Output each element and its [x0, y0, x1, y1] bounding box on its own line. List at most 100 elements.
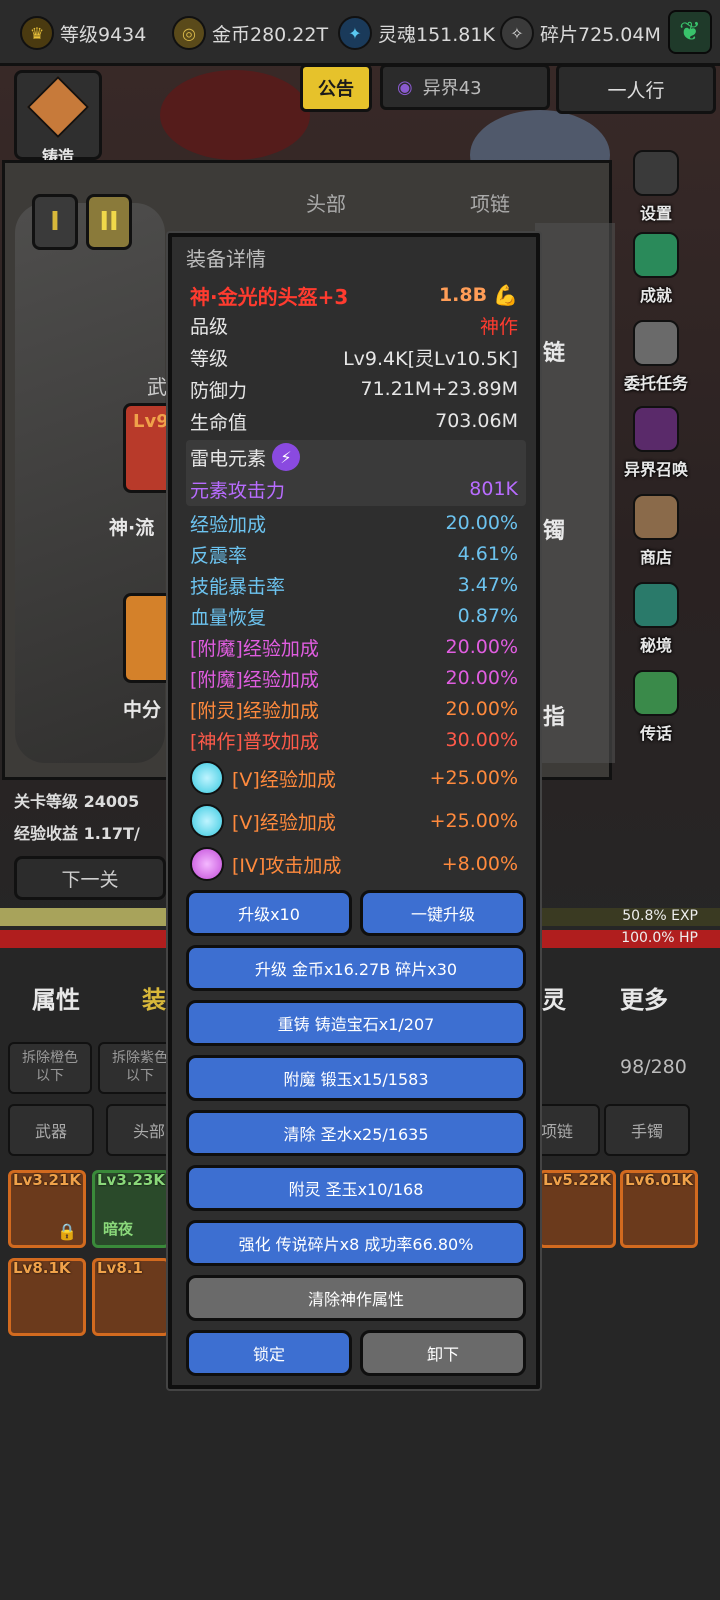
slot-level: Lv3.21K — [13, 1171, 81, 1189]
leaf-icon[interactable]: ❦ — [668, 10, 712, 54]
enchant-label: [附魔]经验加成 — [190, 668, 319, 691]
weapon-level-peek: Lv9 — [133, 411, 169, 432]
portal-icon — [633, 406, 679, 452]
bonus-value: 20.00% — [445, 512, 518, 534]
notice-button[interactable]: 公告 — [300, 64, 372, 112]
next-stage-button[interactable]: 下一关 — [14, 856, 166, 900]
gem-label: [V]经验加成 — [232, 811, 336, 834]
stat-value: Lv9.4K[灵Lv10.5K] — [343, 347, 518, 370]
soul-text: 灵魂151.81K — [378, 23, 495, 46]
bonus-label: 经验加成 — [190, 513, 267, 536]
stat-label: 生命值 — [190, 411, 248, 434]
item-name: 神·金光的头盔+3 — [190, 284, 349, 309]
set-tab-2[interactable]: II — [86, 194, 132, 250]
enemy-silhouette — [160, 70, 310, 160]
tab-equipment[interactable]: 装 — [142, 980, 166, 1015]
tab-necklace[interactable]: 项链 — [470, 188, 510, 217]
gem-value: +25.00% — [429, 810, 518, 832]
amethyst-gem-icon — [190, 847, 224, 881]
unequip-button[interactable]: 卸下 — [360, 1330, 526, 1376]
side-settings[interactable]: 设置 — [616, 150, 696, 224]
one-click-upgrade-button[interactable]: 一键升级 — [360, 890, 526, 936]
bonus-row: 经验加成 20.00% — [190, 509, 518, 537]
clear-button[interactable]: 清除 圣水x25/1635 — [186, 1110, 526, 1156]
diamond-gem-icon — [190, 761, 224, 795]
resource-bar: ♛ 等级9434 ◎ 金币280.22T ✦ 灵魂151.81K ✧ 碎片725… — [0, 0, 720, 66]
clear-divine-button[interactable]: 清除神作属性 — [186, 1275, 526, 1321]
stat-row-defense: 防御力 71.21M+23.89M — [190, 375, 518, 403]
fragment-counter: ✧ 碎片725.04M — [500, 14, 661, 52]
fragment-text: 碎片725.04M — [540, 23, 661, 46]
inventory-slot[interactable]: Lv5.22K — [538, 1170, 616, 1248]
bonus-row: 血量恢复 0.87% — [190, 602, 518, 630]
coin-icon: ◎ — [172, 16, 206, 50]
side-summon-label: 异界召唤 — [623, 460, 688, 479]
dialog-title: 装备详情 — [186, 247, 266, 271]
armor-art — [535, 223, 615, 763]
bonus-value: 4.61% — [457, 543, 518, 565]
crown-icon: ♛ — [20, 16, 54, 50]
inventory-slot[interactable]: Lv3.23K 暗夜 — [92, 1170, 170, 1248]
inventory-slot[interactable]: Lv8.1 — [92, 1258, 170, 1336]
player-level: ♛ 等级9434 — [20, 14, 146, 52]
dismantle-orange-line2: 以下 — [36, 1067, 64, 1084]
dismantle-orange-line1: 拆除橙色 — [22, 1050, 78, 1066]
side-achievements[interactable]: 成就 — [616, 232, 696, 306]
spirit-label: [附灵]经验加成 — [190, 699, 319, 722]
tab-spirit[interactable]: 灵 — [542, 980, 566, 1015]
bonus-label: 技能暴击率 — [190, 575, 286, 598]
forge-button[interactable]: 铸造 — [14, 70, 102, 163]
megaphone-icon — [633, 670, 679, 716]
stat-value: 703.06M — [435, 410, 518, 432]
element-name: 雷电元素 — [190, 447, 267, 470]
category-weapon[interactable]: 武器 — [8, 1104, 94, 1156]
tab-more[interactable]: 更多 — [620, 980, 668, 1015]
side-messages-label: 传话 — [639, 724, 672, 743]
reforge-button[interactable]: 重铸 铸造宝石x1/207 — [186, 1000, 526, 1046]
bonus-value: 0.87% — [457, 605, 518, 627]
upgrade-button[interactable]: 升级 金币x16.27B 碎片x30 — [186, 945, 526, 991]
side-shop[interactable]: 商店 — [616, 494, 696, 568]
slot-level: Lv8.1 — [97, 1259, 143, 1277]
inventory-slot[interactable]: Lv6.01K — [620, 1170, 698, 1248]
side-quests[interactable]: 委托任务 — [616, 320, 696, 394]
gem-row: [V]经验加成 +25.00% — [190, 758, 518, 798]
enchant-label: [附魔]经验加成 — [190, 637, 319, 660]
solo-mode-button[interactable]: 一人行 — [556, 64, 716, 114]
side-secret-realm[interactable]: 秘境 — [616, 582, 696, 656]
lock-icon: 🔒 — [57, 1222, 77, 1241]
divine-row: [神作]普攻加成 30.00% — [190, 726, 518, 754]
inventory-slot[interactable]: Lv8.1K — [8, 1258, 86, 1336]
dismantle-orange-button[interactable]: 拆除橙色 以下 — [8, 1042, 92, 1094]
side-summon[interactable]: 异界召唤 — [616, 406, 696, 480]
tab-attributes[interactable]: 属性 — [32, 980, 80, 1015]
slot-level: Lv8.1K — [13, 1259, 71, 1277]
gold-counter: ◎ 金币280.22T — [172, 14, 328, 52]
gem-row: [V]经验加成 +25.00% — [190, 801, 518, 841]
tab-head[interactable]: 头部 — [306, 188, 346, 217]
diamond-gem-icon — [190, 804, 224, 838]
spirit-attach-button[interactable]: 附灵 圣玉x10/168 — [186, 1165, 526, 1211]
stat-value: 神作 — [479, 315, 518, 338]
side-messages[interactable]: 传话 — [616, 670, 696, 744]
item-header: 神·金光的头盔+3 1.8B 💪 — [190, 281, 518, 309]
enchant-button[interactable]: 附魔 锻玉x15/1583 — [186, 1055, 526, 1101]
enchant-value: 20.00% — [445, 667, 518, 689]
stat-row-grade: 品级 神作 — [190, 311, 518, 339]
strengthen-button[interactable]: 强化 传说碎片x8 成功率66.80% — [186, 1220, 526, 1266]
portal-icon: ◉ — [397, 76, 413, 98]
stat-label: 等级 — [190, 347, 229, 370]
inventory-slot[interactable]: Lv3.21K 🔒 — [8, 1170, 86, 1248]
otherworld-label: 异界43 — [422, 78, 482, 99]
element-attack-row: 元素攻击力 801K — [190, 475, 518, 503]
exp-income: 经验收益 1.17T/ — [14, 824, 140, 843]
upgrade-x10-button[interactable]: 升级x10 — [186, 890, 352, 936]
lock-button[interactable]: 锁定 — [186, 1330, 352, 1376]
cross-emblem-icon — [26, 75, 90, 139]
gem-label: [V]经验加成 — [232, 768, 336, 791]
category-bracelet[interactable]: 手镯 — [604, 1104, 690, 1156]
equipment-detail-dialog: 装备详情 神·金光的头盔+3 1.8B 💪 品级 神作 等级 Lv9.4K[灵L… — [168, 233, 540, 1389]
item1-peek-label: 神·流 — [109, 517, 155, 539]
set-tab-1[interactable]: I — [32, 194, 78, 250]
otherworld-button[interactable]: ◉ 异界43 — [380, 64, 550, 110]
